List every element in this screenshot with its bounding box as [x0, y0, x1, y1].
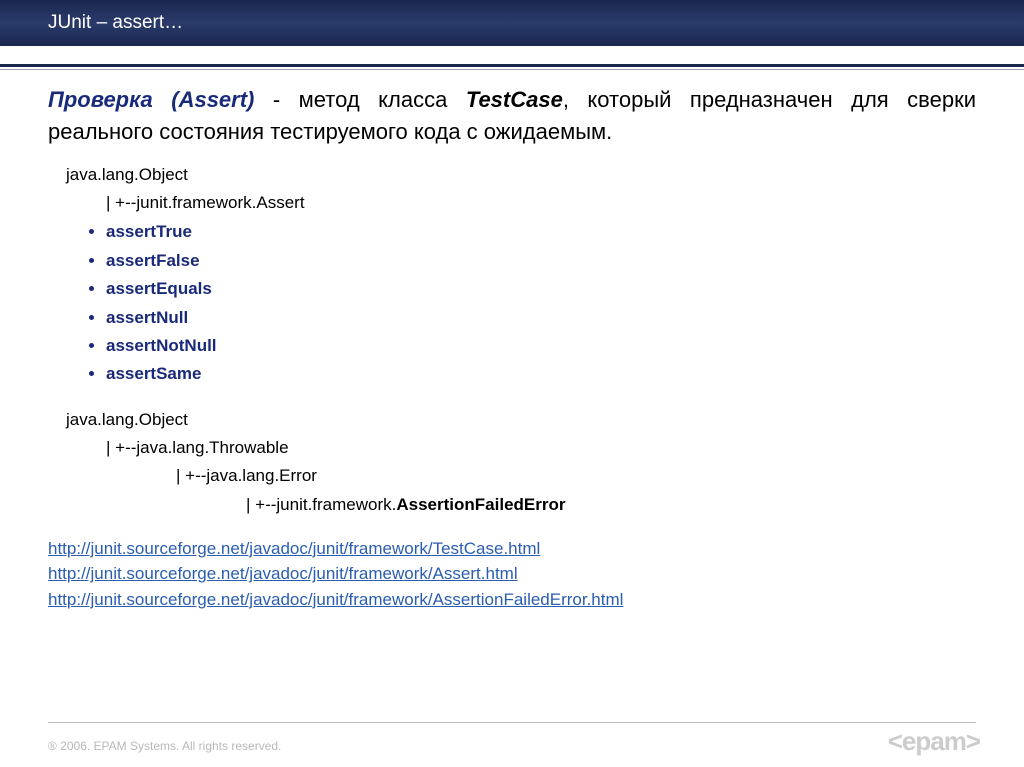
hierarchy-tree-2: java.lang.Object | +--java.lang.Throwabl… — [66, 407, 976, 518]
slide-header: JUnit – assert… — [0, 0, 1024, 46]
intro-mid: - метод класса — [254, 87, 465, 112]
copyright: ® 2006. EPAM Systems. All rights reserve… — [48, 739, 281, 753]
tree-line: | +--junit.framework.Assert — [66, 190, 976, 216]
tree-line: java.lang.Object — [66, 407, 976, 433]
tree-line: | +--java.lang.Error — [66, 463, 976, 489]
tree-line: | +--java.lang.Throwable — [66, 435, 976, 461]
tree-text: | +--junit.framework. — [246, 495, 396, 514]
list-item: assertTrue — [106, 218, 976, 246]
list-item: assertSame — [106, 360, 976, 388]
hierarchy-tree-1: java.lang.Object | +--junit.framework.As… — [66, 162, 976, 217]
list-item: assertNull — [106, 304, 976, 332]
slide-title: JUnit – assert… — [48, 12, 183, 34]
doc-link[interactable]: http://junit.sourceforge.net/javadoc/jun… — [48, 539, 540, 558]
slide-content: Проверка (Assert) - метод класса TestCas… — [0, 84, 1024, 612]
tree-line: | +--junit.framework.AssertionFailedErro… — [66, 492, 976, 518]
links-block: http://junit.sourceforge.net/javadoc/jun… — [48, 536, 976, 613]
doc-link[interactable]: http://junit.sourceforge.net/javadoc/jun… — [48, 590, 623, 609]
divider-dark — [0, 64, 1024, 67]
intro-paragraph: Проверка (Assert) - метод класса TestCas… — [48, 84, 976, 148]
tree-line: java.lang.Object — [66, 162, 976, 188]
tree-class: AssertionFailedError — [396, 495, 565, 514]
list-item: assertEquals — [106, 275, 976, 303]
intro-term: Проверка (Assert) — [48, 87, 254, 112]
epam-logo: <epam> — [888, 726, 980, 757]
divider-light — [0, 69, 1024, 70]
list-item: assertFalse — [106, 247, 976, 275]
doc-link[interactable]: http://junit.sourceforge.net/javadoc/jun… — [48, 564, 518, 583]
footer-divider — [48, 722, 976, 723]
list-item: assertNotNull — [106, 332, 976, 360]
intro-classname: TestCase — [466, 87, 563, 112]
assert-methods-list: assertTrue assertFalse assertEquals asse… — [106, 218, 976, 388]
